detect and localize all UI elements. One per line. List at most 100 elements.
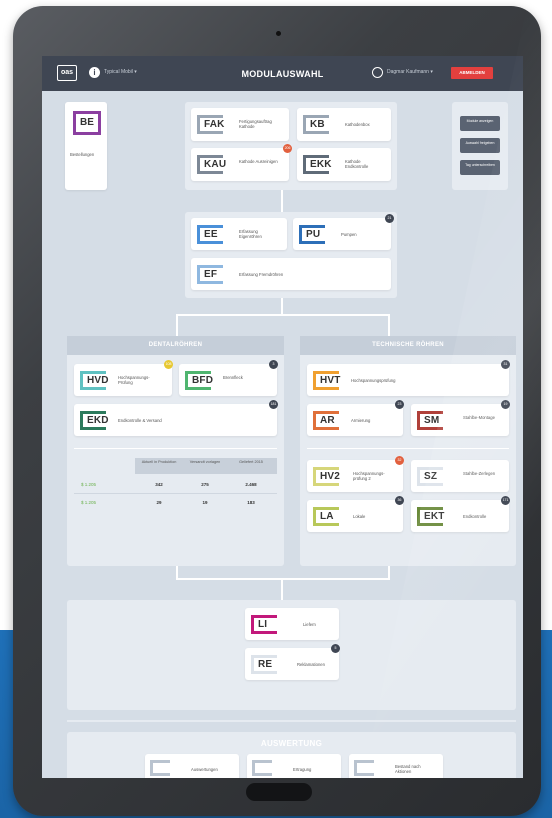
module-card-ekk[interactable]: EKK Kathode Endkontrolle — [297, 148, 391, 181]
module-label: Fertigungsauftrag Kathode — [239, 119, 272, 129]
module-label: Erfassung Eigenröhren — [239, 229, 262, 239]
module-card-ee[interactable]: EE Erfassung Eigenröhren — [191, 218, 287, 250]
table-row-label: $ 1.205 — [81, 500, 97, 505]
module-label: Hochspannungs-prüfung 2 — [353, 471, 385, 481]
module-code: KAU — [197, 155, 226, 174]
module-code: EF — [197, 265, 223, 284]
module-card-li[interactable]: LI Liefern — [245, 608, 339, 640]
module-code: HVT — [313, 371, 340, 390]
evaluation-card-stock[interactable]: Bestand nach Aktionen — [349, 754, 443, 778]
module-code: EKK — [303, 155, 332, 174]
table-cell: 2.468 — [245, 482, 257, 487]
count-badge: 21 — [385, 214, 394, 223]
tablet-frame: oas i Typical Mobil ▾ MODULAUSWAHL Dagma… — [13, 6, 541, 816]
module-label: Liefern — [303, 622, 316, 627]
logout-button[interactable]: ABMELDEN — [451, 67, 493, 79]
divider — [74, 448, 277, 449]
table-cell: 275 — [201, 482, 209, 487]
table-cell: 29 — [156, 500, 162, 505]
module-label: Endkontrolle & Versand — [118, 418, 162, 423]
connector-line — [281, 298, 283, 314]
module-label: Hochspannungs-Prüfung — [118, 375, 150, 385]
module-code: HV2 — [313, 467, 340, 486]
module-label: Lokale — [353, 514, 366, 519]
count-badge: 19 — [501, 400, 510, 409]
table-header-cell: Geliefert 2015 — [239, 460, 263, 464]
module-label: Pumpen — [341, 232, 357, 237]
module-code: EKD — [80, 411, 109, 430]
module-code: EE — [197, 225, 223, 244]
actions-panel: Module anzeigen Auswahl freigeben Tag un… — [452, 102, 508, 190]
module-card-ef[interactable]: EF Erfassung Fremdröhren — [191, 258, 391, 290]
module-card-sm[interactable]: SM Stahlbe-Montage 19 — [411, 400, 510, 436]
connector-line — [176, 566, 178, 578]
camera-dot — [276, 31, 281, 36]
module-label: Erfassung Fremdröhren — [239, 272, 284, 277]
evaluation-label: Ertragung — [293, 767, 312, 772]
table-cell: 19 — [202, 500, 208, 505]
chart-icon — [150, 760, 170, 776]
table-cell: 183 — [247, 500, 255, 505]
module-card-bfd[interactable]: BFD Brennfleck 3 — [179, 360, 278, 396]
module-card-la[interactable]: LA Lokale 36 — [307, 496, 404, 532]
module-card-kau[interactable]: KAU Kathode Ausreinigen 206 — [191, 144, 292, 181]
count-badge: 5 — [331, 644, 340, 653]
evaluation-label: Bestand nach Aktionen — [395, 764, 421, 774]
module-card-fak[interactable]: FAK Fertigungsauftrag Kathode — [191, 108, 289, 141]
show-modules-button[interactable]: Module anzeigen — [460, 116, 500, 131]
module-code: HVD — [80, 371, 109, 390]
module-code: RE — [251, 655, 277, 674]
module-card-hvd[interactable]: HVD Hochspannungs-Prüfung 108 — [74, 360, 173, 396]
module-card-kb[interactable]: KB Kathodenbox — [297, 108, 391, 141]
technical-tubes-panel: TECHNISCHE RÖHREN HVT Hochspannungsprüfu… — [300, 336, 516, 566]
module-code: SM — [417, 411, 443, 430]
evaluation-card-yield[interactable]: Ertragung — [247, 754, 341, 778]
evaluation-label: Auswertungen — [191, 767, 218, 772]
chart-icon — [354, 760, 374, 776]
module-card-ekd[interactable]: EKD Endkontrolle & Versand 181 — [74, 400, 278, 436]
count-badge: 181 — [269, 400, 278, 409]
tube-registration-panel: EE Erfassung Eigenröhren PU Pumpen 21 EF… — [185, 212, 397, 298]
table-row-label: $ 1.205 — [81, 482, 97, 487]
module-card-hv2[interactable]: HV2 Hochspannungs-prüfung 2 32 — [307, 456, 404, 492]
divider — [74, 493, 277, 494]
module-card-hvt[interactable]: HVT Hochspannungsprüfung 31 — [307, 360, 510, 396]
evaluation-panel: AUSWERTUNG Auswertungen Ertragung Bestan… — [67, 732, 516, 778]
module-card-be[interactable]: BE Bestellungen — [65, 102, 107, 190]
module-card-pu[interactable]: PU Pumpen 21 — [293, 214, 394, 250]
module-card-ekt[interactable]: EKT Endkontrolle 171 — [411, 496, 510, 532]
module-label: Stahlbe-Zerlegen — [463, 471, 496, 476]
cathode-panel: FAK Fertigungsauftrag Kathode KB Kathode… — [185, 102, 397, 190]
module-label: Kathode Ausreinigen — [239, 159, 278, 164]
table-cell: 342 — [155, 482, 163, 487]
module-code: PU — [299, 225, 325, 244]
module-card-sz[interactable]: SZ Stahlbe-Zerlegen — [411, 460, 509, 492]
orders-panel: BE Bestellungen — [65, 102, 107, 190]
module-card-ar[interactable]: AR Armierung 23 — [307, 400, 404, 436]
connector-line — [388, 314, 390, 336]
count-badge: 171 — [501, 496, 510, 505]
count-badge: 206 — [283, 144, 292, 153]
release-selection-button[interactable]: Auswahl freigeben — [460, 138, 500, 153]
module-label: Brennfleck — [223, 375, 243, 380]
module-label: Armierung — [351, 418, 371, 423]
connector-line — [176, 314, 390, 316]
top-bar: oas i Typical Mobil ▾ MODULAUSWAHL Dagma… — [42, 56, 523, 91]
divider — [67, 720, 516, 722]
user-menu[interactable]: Dagmar Kaufmann ▾ — [387, 69, 433, 75]
evaluation-card-reports[interactable]: Auswertungen — [145, 754, 239, 778]
count-badge: 32 — [395, 456, 404, 465]
home-button[interactable] — [246, 783, 312, 801]
connector-line — [176, 314, 178, 336]
module-code: KB — [303, 115, 329, 134]
module-label: Bestellungen — [70, 152, 95, 157]
user-icon[interactable] — [372, 67, 383, 78]
section-title: AUSWERTUNG — [260, 739, 323, 748]
connector-line — [388, 566, 390, 578]
module-card-re[interactable]: RE Reklamationen 5 — [245, 644, 340, 680]
sign-day-button[interactable]: Tag unterschreiben — [460, 160, 500, 175]
module-label: Kathodenbox — [345, 122, 370, 127]
module-code: EKT — [417, 507, 444, 526]
app-screen: oas i Typical Mobil ▾ MODULAUSWAHL Dagma… — [42, 56, 523, 778]
module-label: Endkontrolle — [463, 514, 487, 519]
